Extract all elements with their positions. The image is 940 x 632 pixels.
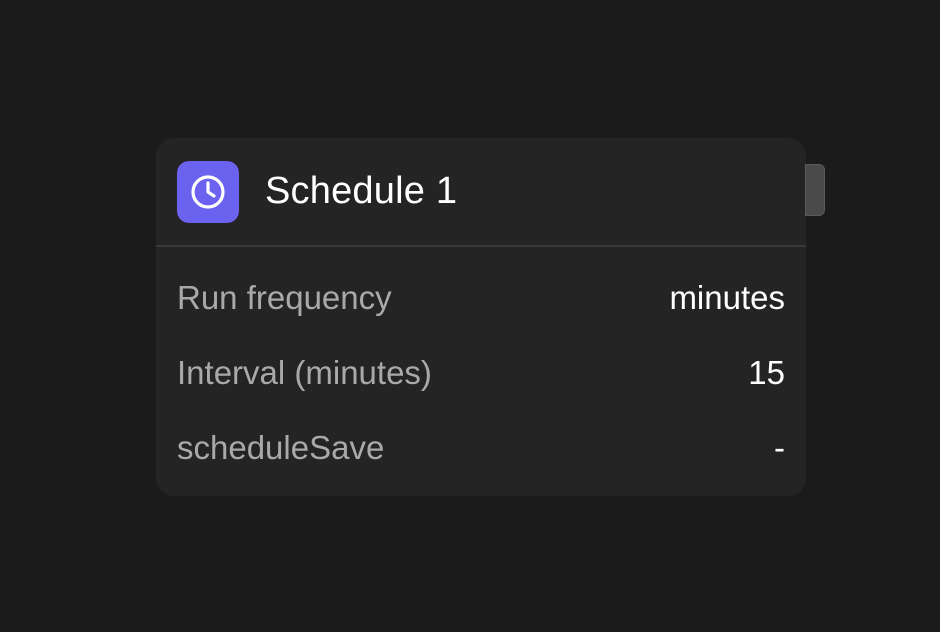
node-header: Schedule 1 [156,138,806,247]
property-value: minutes [669,278,785,316]
clock-icon [177,160,239,223]
property-row-run-frequency: Run frequency minutes [177,260,785,335]
node-properties: Run frequency minutes Interval (minutes)… [156,260,806,485]
schedule-node[interactable]: Schedule 1 Run frequency minutes Interva… [156,138,806,496]
output-connection-handle[interactable] [805,164,825,216]
property-label: Run frequency [177,278,392,316]
workflow-canvas[interactable]: Schedule 1 Run frequency minutes Interva… [0,0,940,632]
property-label: Interval (minutes) [177,353,432,391]
property-label: scheduleSave [177,428,385,466]
property-row-interval: Interval (minutes) 15 [177,335,785,410]
property-value: 15 [748,353,785,391]
node-title: Schedule 1 [265,170,458,212]
property-value: - [774,428,785,466]
property-row-schedule-save: scheduleSave - [177,410,785,485]
